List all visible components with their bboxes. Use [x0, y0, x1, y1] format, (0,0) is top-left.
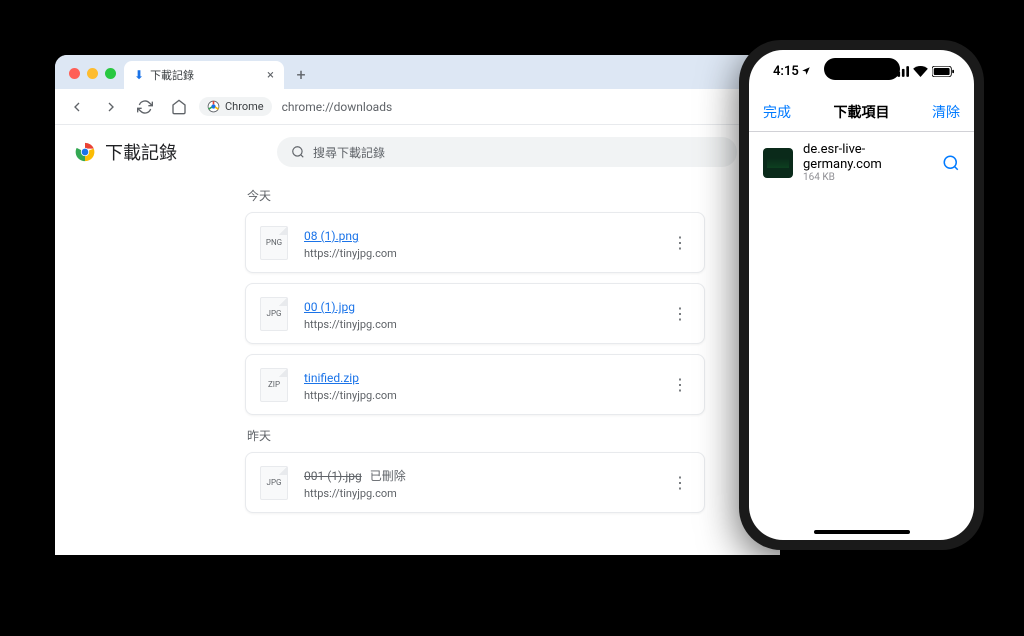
location-arrow-icon	[801, 66, 811, 76]
phone-filename: de.esr-live-germany.com	[803, 142, 932, 172]
download-filename-deleted: 001 (1).jpg	[304, 469, 362, 483]
downloads-list: 今天 PNG 08 (1).png https://tinyjpg.com ⋮ …	[245, 187, 705, 513]
search-input[interactable]: 搜尋下載記錄	[277, 137, 737, 167]
phone-download-item[interactable]: de.esr-live-germany.com 164 KB	[749, 132, 974, 193]
phone-filesize: 164 KB	[803, 172, 932, 183]
wifi-icon	[913, 66, 928, 77]
more-icon[interactable]: ⋮	[670, 473, 690, 492]
download-filename[interactable]: 00 (1).jpg	[304, 300, 355, 314]
dynamic-island	[824, 58, 900, 80]
section-label: 今天	[247, 187, 705, 204]
new-tab-button[interactable]: +	[288, 61, 314, 87]
download-filename[interactable]: tinified.zip	[304, 371, 359, 385]
chrome-icon	[207, 100, 220, 113]
status-icons	[893, 66, 954, 77]
deleted-label: 已刪除	[370, 469, 406, 483]
battery-icon	[932, 66, 954, 77]
more-icon[interactable]: ⋮	[670, 304, 690, 323]
page-title: 下載記錄	[105, 139, 177, 165]
close-icon[interactable]: ×	[267, 68, 274, 83]
address-bar[interactable]: chrome://downloads	[278, 100, 772, 114]
phone-screen: 4:15 完成 下載項目 清除 de.esr-live-germany.com …	[749, 50, 974, 540]
search-icon[interactable]	[942, 154, 960, 172]
page-header: 下載記錄 搜尋下載記錄	[75, 137, 760, 167]
window-minimize-icon[interactable]	[87, 68, 98, 79]
download-item: JPG 00 (1).jpg https://tinyjpg.com ⋮	[245, 283, 705, 344]
phone-frame: 4:15 完成 下載項目 清除 de.esr-live-germany.com …	[739, 40, 984, 550]
download-item: JPG 001 (1).jpg 已刪除 https://tinyjpg.com ⋮	[245, 452, 705, 513]
search-placeholder: 搜尋下載記錄	[313, 144, 385, 161]
reload-button[interactable]	[131, 93, 159, 121]
back-button[interactable]	[63, 93, 91, 121]
section-label: 昨天	[247, 427, 705, 444]
chrome-window: ⬇ 下載記錄 × + Chrome chrome://downloads 下載記…	[55, 55, 780, 555]
window-maximize-icon[interactable]	[105, 68, 116, 79]
chrome-pill-label: Chrome	[225, 100, 264, 113]
site-identity[interactable]: Chrome	[199, 97, 272, 116]
more-icon[interactable]: ⋮	[670, 233, 690, 252]
clear-button[interactable]: 清除	[932, 102, 960, 122]
browser-tab[interactable]: ⬇ 下載記錄 ×	[124, 61, 284, 89]
file-thumb-icon: ZIP	[260, 368, 288, 402]
download-item: PNG 08 (1).png https://tinyjpg.com ⋮	[245, 212, 705, 273]
search-icon	[291, 145, 305, 159]
more-icon[interactable]: ⋮	[670, 375, 690, 394]
window-close-icon[interactable]	[69, 68, 80, 79]
tab-title: 下載記錄	[150, 67, 194, 83]
done-button[interactable]: 完成	[763, 102, 791, 122]
file-thumb-icon: PNG	[260, 226, 288, 260]
download-source: https://tinyjpg.com	[304, 318, 654, 331]
downloads-page: 下載記錄 搜尋下載記錄 今天 PNG 08 (1).png https://ti…	[55, 125, 780, 555]
download-filename[interactable]: 08 (1).png	[304, 229, 359, 243]
status-time: 4:15	[773, 64, 811, 79]
tab-bar: ⬇ 下載記錄 × +	[55, 55, 780, 89]
file-thumb-icon	[763, 148, 793, 178]
download-icon: ⬇	[134, 68, 144, 82]
home-button[interactable]	[165, 93, 193, 121]
forward-button[interactable]	[97, 93, 125, 121]
home-indicator[interactable]	[814, 530, 910, 534]
chrome-logo-icon	[75, 142, 95, 162]
phone-title: 下載項目	[834, 102, 890, 122]
phone-header: 完成 下載項目 清除	[749, 92, 974, 132]
file-thumb-icon: JPG	[260, 466, 288, 500]
download-source: https://tinyjpg.com	[304, 487, 654, 500]
download-item: ZIP tinified.zip https://tinyjpg.com ⋮	[245, 354, 705, 415]
toolbar: Chrome chrome://downloads	[55, 89, 780, 125]
download-source: https://tinyjpg.com	[304, 247, 654, 260]
traffic-lights	[63, 68, 124, 89]
file-thumb-icon: JPG	[260, 297, 288, 331]
download-source: https://tinyjpg.com	[304, 389, 654, 402]
